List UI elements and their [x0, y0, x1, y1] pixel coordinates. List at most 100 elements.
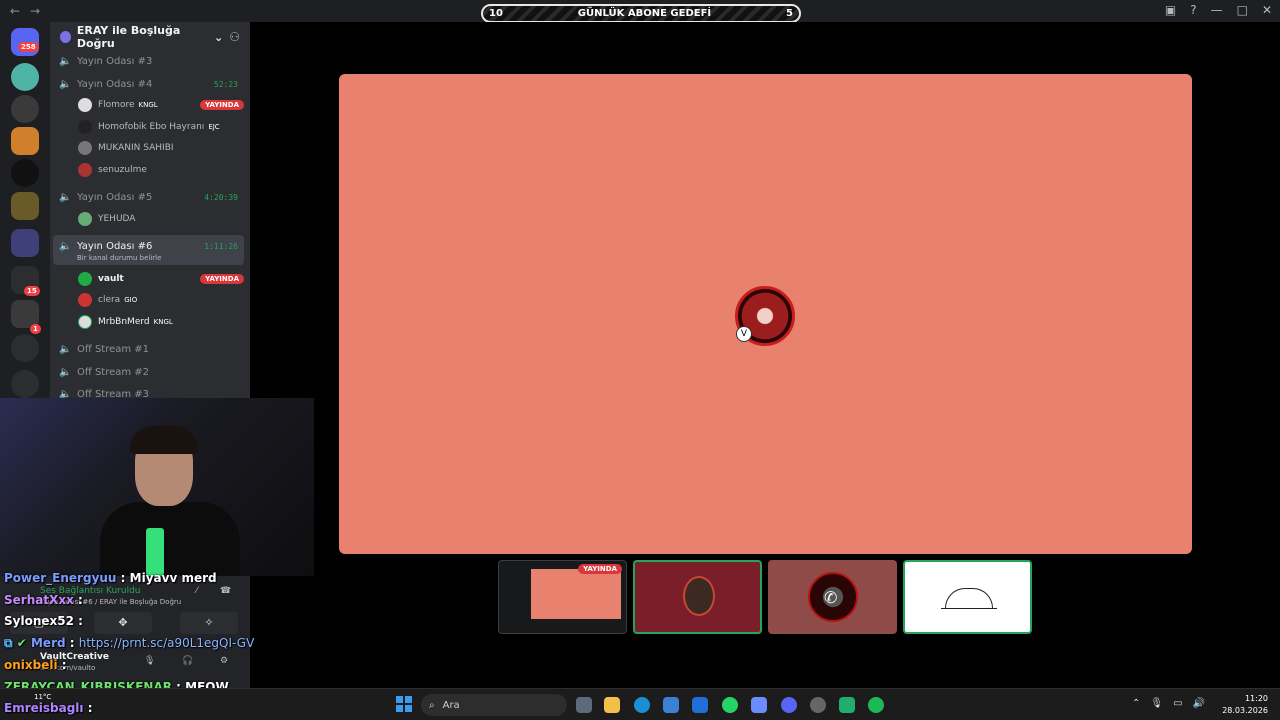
- badge-icon: ⧉: [4, 636, 17, 650]
- participant-tile[interactable]: [903, 560, 1032, 634]
- maximize-icon[interactable]: □: [1237, 3, 1248, 17]
- chevron-up-icon[interactable]: ⌃: [1132, 698, 1140, 709]
- server-icon[interactable]: [11, 159, 39, 187]
- camera-tile[interactable]: [633, 560, 762, 634]
- forward-arrow-icon[interactable]: →: [30, 4, 40, 18]
- minimize-icon[interactable]: —: [1211, 3, 1223, 17]
- server-header-icon: [60, 31, 71, 43]
- discord-icon[interactable]: [781, 697, 797, 713]
- microphone-icon[interactable]: 🎙: [1150, 698, 1163, 709]
- server-rail: 258 15 1: [0, 22, 50, 398]
- close-icon[interactable]: ✕: [1262, 3, 1272, 17]
- channel-status[interactable]: Bir kanal durumu belirle: [77, 254, 161, 262]
- voice-channel[interactable]: 🔈 Yayın Odası #4 52:23: [53, 73, 244, 95]
- store-icon[interactable]: [663, 697, 679, 713]
- voice-channel[interactable]: 🔈 Off Stream #2: [53, 361, 244, 383]
- display-icon[interactable]: ▭: [1173, 698, 1182, 709]
- voice-user[interactable]: Homofobik Ebo Hayranı EJC: [78, 117, 244, 137]
- clock[interactable]: 11:20 28.03.2026: [1222, 693, 1268, 717]
- avatar: [78, 120, 92, 134]
- speaker-icon: 🔈: [59, 78, 72, 90]
- verified-badge-icon: V: [736, 326, 752, 342]
- channel-timer: 4:20:39: [204, 192, 238, 202]
- clock-date: 28.03.2026: [1222, 706, 1268, 715]
- chat-message: onixbeli :: [4, 658, 67, 672]
- voice-channel[interactable]: 🔈 Off Stream #3: [53, 383, 244, 399]
- voice-channel[interactable]: 🔈 Yayın Odası #3: [53, 50, 244, 72]
- webcam-person-hair: [130, 426, 198, 454]
- soundboard-button[interactable]: ✧: [180, 612, 238, 634]
- weather-temp[interactable]: 11°C: [34, 693, 51, 701]
- unread-badge: 15: [24, 286, 40, 296]
- server-icon[interactable]: [11, 334, 39, 362]
- channel-name: Yayın Odası #5: [77, 191, 153, 203]
- voice-user[interactable]: Flomore KNGL YAYINDA: [78, 95, 244, 115]
- speaker-icon: 🔈: [59, 388, 72, 399]
- voice-channel-active[interactable]: 🔈 Yayın Odası #6 1:11:26 Bir kanal durum…: [53, 235, 244, 265]
- server-icon[interactable]: [11, 127, 39, 155]
- back-arrow-icon[interactable]: ←: [10, 4, 20, 18]
- chat-message: Sylonex52 :: [4, 614, 83, 628]
- focused-participant-tile[interactable]: V: [339, 74, 1192, 554]
- task-view-icon[interactable]: [576, 697, 592, 713]
- speaker-icon: 🔈: [59, 55, 72, 67]
- chat-link[interactable]: https://prnt.sc/a90L1egQI-GV: [79, 636, 255, 650]
- voice-stage: V YAYINDA ✆: [250, 22, 1280, 688]
- speaker-icon: 🔈: [59, 240, 72, 252]
- taskbar-search[interactable]: ⌕ Ara: [421, 694, 567, 716]
- user-name: MUKANIN SAHIBI: [98, 143, 174, 153]
- app-icon[interactable]: [751, 697, 767, 713]
- disconnect-icon[interactable]: ☎: [220, 586, 231, 596]
- server-folder-icon[interactable]: [11, 192, 39, 220]
- voice-channel[interactable]: 🔈 Yayın Odası #5 4:20:39: [53, 186, 244, 208]
- participant-avatar: [683, 576, 715, 616]
- inbox-icon[interactable]: ▣: [1165, 3, 1176, 17]
- start-button-icon[interactable]: [396, 696, 412, 712]
- channel-name: Off Stream #2: [77, 366, 150, 378]
- settings-gear-icon[interactable]: ⚙: [220, 656, 228, 666]
- chat-user: SerhatXxx: [4, 593, 74, 607]
- voice-user[interactable]: vault YAYINDA: [78, 269, 244, 289]
- voice-channel[interactable]: 🔈 Off Stream #1: [53, 338, 244, 360]
- volume-icon[interactable]: 🔊: [1193, 698, 1205, 709]
- stream-tile[interactable]: YAYINDA: [498, 560, 627, 634]
- chat-user: Power_Energyuu: [4, 571, 117, 585]
- server-folder-icon[interactable]: [11, 229, 39, 257]
- activities-button[interactable]: ✥: [94, 612, 152, 634]
- voice-user[interactable]: MUKANIN SAHIBI: [78, 138, 244, 158]
- voice-user[interactable]: MrbBnMerd KNGL: [78, 312, 244, 332]
- stream-preview: [531, 569, 621, 619]
- activities-icon: ✥: [118, 616, 128, 629]
- spotify-icon[interactable]: [868, 697, 884, 713]
- app-icon[interactable]: [810, 697, 826, 713]
- channel-name: Off Stream #1: [77, 343, 150, 355]
- noise-suppression-icon[interactable]: ⁄: [196, 586, 198, 596]
- webcam-overlay: [0, 398, 314, 576]
- whatsapp-icon[interactable]: [722, 697, 738, 713]
- goal-right-value: 5: [786, 8, 793, 19]
- headphones-icon[interactable]: 🎧: [182, 656, 193, 666]
- server-header[interactable]: ERAY ile Boşluğa Doğru ⌄ ⚇: [50, 22, 250, 52]
- voice-user[interactable]: clera GIO: [78, 290, 244, 310]
- microphone-icon[interactable]: 🎙: [144, 656, 155, 666]
- user-tag: EJC: [208, 123, 220, 131]
- discover-icon[interactable]: [11, 370, 39, 398]
- avatar: [78, 272, 92, 286]
- server-icon[interactable]: [11, 95, 39, 123]
- help-icon[interactable]: ?: [1190, 3, 1196, 17]
- mail-icon[interactable]: [692, 697, 708, 713]
- voice-user[interactable]: senuzulme: [78, 160, 244, 180]
- chat-user: Sylonex52: [4, 614, 74, 628]
- avatar: [78, 293, 92, 307]
- server-icon[interactable]: [11, 63, 39, 91]
- invite-people-icon[interactable]: ⚇: [229, 30, 240, 44]
- participant-tile[interactable]: ✆: [768, 560, 897, 634]
- user-name: YEHUDA: [98, 214, 136, 224]
- voice-user[interactable]: YEHUDA: [78, 209, 244, 229]
- app-icon[interactable]: [839, 697, 855, 713]
- search-placeholder: Ara: [442, 699, 460, 711]
- clock-time: 11:20: [1244, 694, 1268, 703]
- goal-left-value: 10: [489, 8, 503, 19]
- edge-icon[interactable]: [634, 697, 650, 713]
- file-explorer-icon[interactable]: [604, 697, 620, 713]
